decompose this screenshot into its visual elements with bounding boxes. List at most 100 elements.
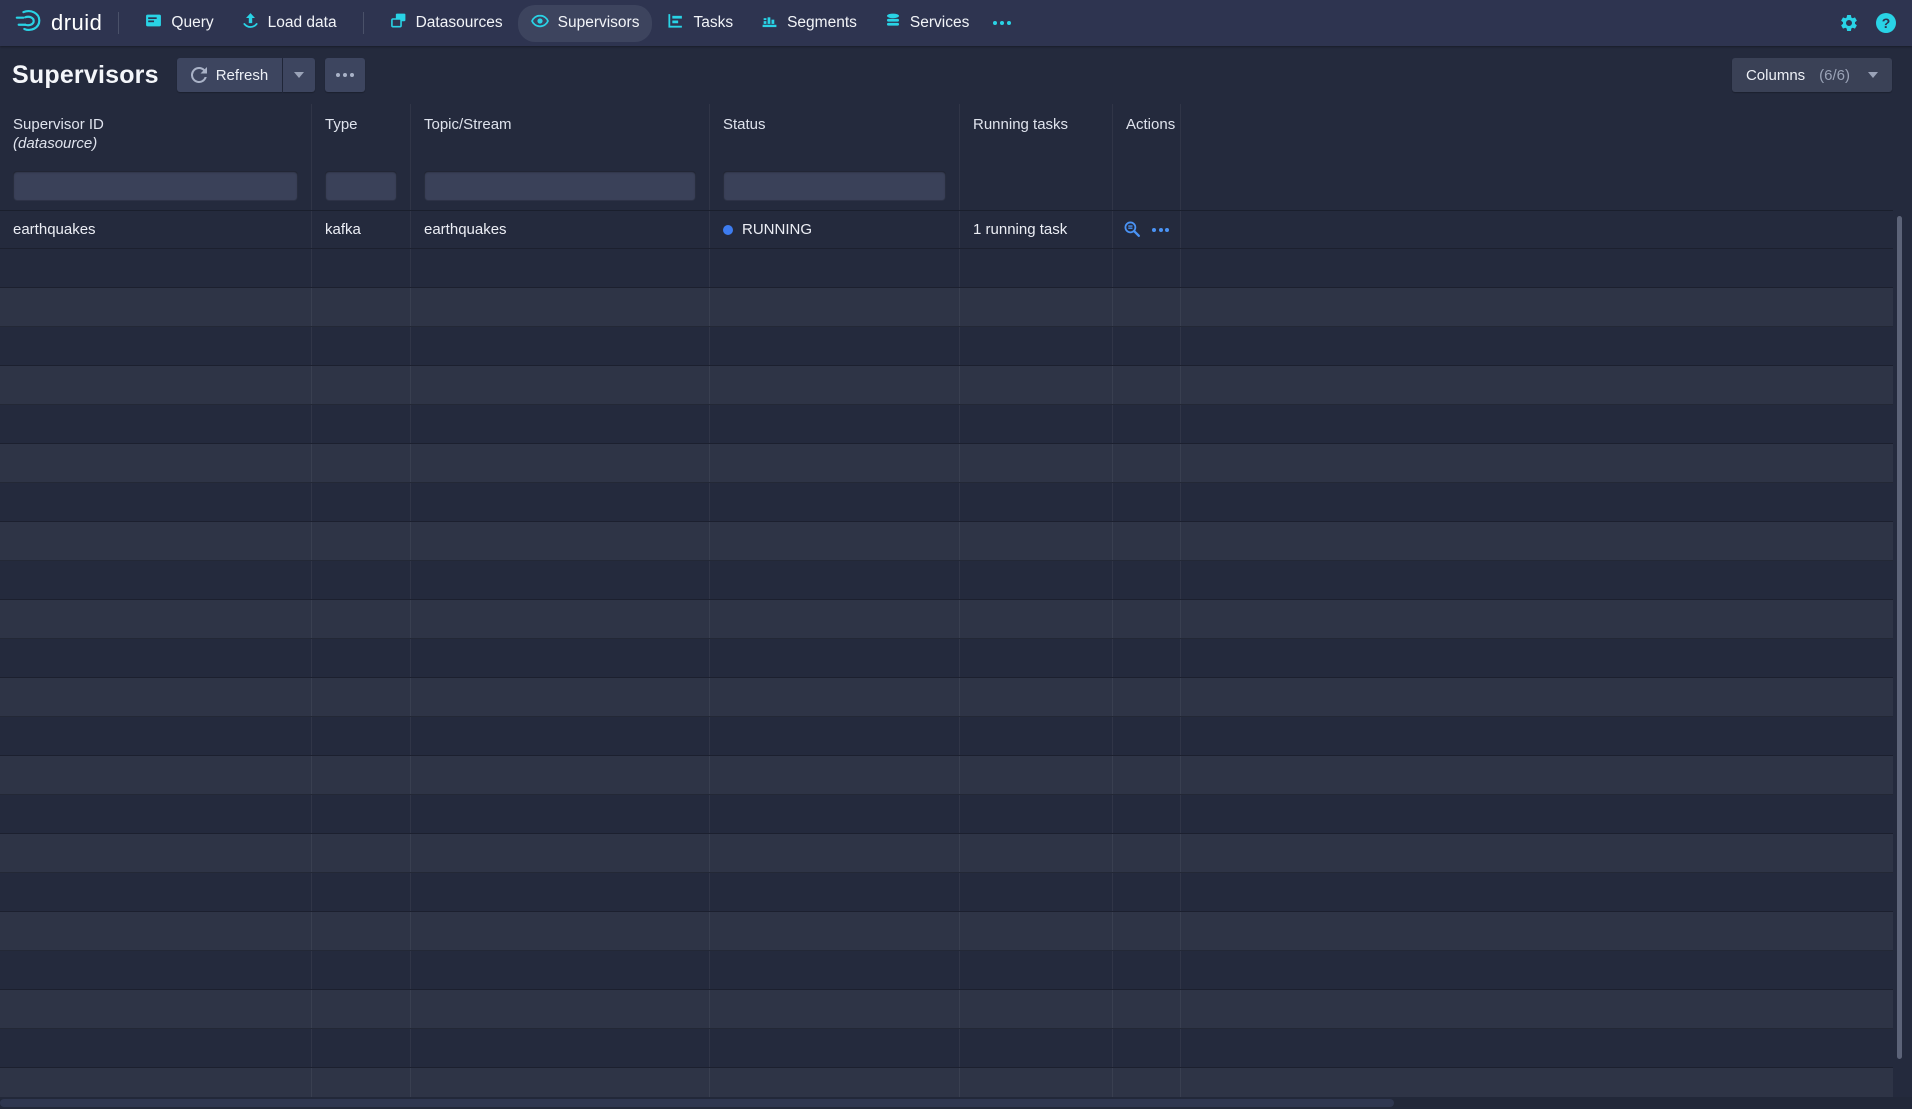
column-header-sublabel: (datasource) — [13, 134, 298, 153]
topic-stream-filter-input[interactable] — [424, 171, 696, 201]
type-filter-input[interactable] — [325, 171, 397, 201]
nav-item-label: Services — [910, 14, 969, 32]
empty-cell — [411, 444, 710, 482]
status-cell[interactable]: RUNNING — [710, 211, 960, 248]
horizontal-scrollbar-track[interactable] — [0, 1097, 1912, 1109]
empty-cell — [0, 444, 312, 482]
empty-cell — [960, 639, 1113, 677]
horizontal-scrollbar-thumb[interactable] — [0, 1099, 1394, 1107]
chevron-down-icon — [1868, 72, 1878, 78]
empty-cell — [0, 834, 312, 872]
empty-cell — [1181, 405, 1893, 443]
empty-cell — [312, 873, 411, 911]
empty-cell — [710, 483, 960, 521]
empty-cell — [710, 834, 960, 872]
empty-cell — [1113, 327, 1181, 365]
column-header-running-tasks[interactable]: Running tasks — [960, 104, 1113, 162]
empty-cell — [411, 522, 710, 560]
empty-cell — [1113, 366, 1181, 404]
empty-cell — [960, 561, 1113, 599]
empty-row — [0, 717, 1893, 756]
filter-cell-filler — [1181, 162, 1912, 210]
status-filter-input[interactable] — [723, 171, 946, 201]
columns-button[interactable]: Columns (6/6) — [1732, 58, 1892, 92]
empty-cell — [960, 990, 1113, 1028]
empty-cell — [1113, 639, 1181, 677]
empty-cell — [1113, 951, 1181, 989]
empty-cell — [411, 951, 710, 989]
supervisor-id-filter-input[interactable] — [13, 171, 298, 201]
filter-cell — [312, 162, 411, 210]
nav-item-load-data[interactable]: Load data — [229, 5, 350, 41]
running-tasks-cell[interactable]: 1 running task — [960, 211, 1113, 248]
vertical-scrollbar-thumb[interactable] — [1897, 216, 1902, 1059]
empty-cell — [0, 912, 312, 950]
datasources-icon — [390, 12, 407, 34]
nav-item-services[interactable]: Services — [872, 5, 982, 41]
empty-cell — [710, 327, 960, 365]
help-icon[interactable]: ? — [1876, 13, 1896, 33]
empty-row — [0, 444, 1893, 483]
refresh-icon — [191, 67, 207, 83]
supervisor-row-earthquakes[interactable]: earthquakes kafka earthquakes RUNNING 1 … — [0, 210, 1893, 249]
empty-cell — [312, 678, 411, 716]
database-icon — [885, 12, 901, 34]
nav-item-label: Segments — [787, 14, 857, 32]
druid-logo[interactable]: druid — [14, 8, 102, 39]
filter-cell-empty — [960, 162, 1113, 210]
column-header-label: Actions — [1126, 116, 1175, 133]
nav-item-tasks[interactable]: Tasks — [654, 5, 746, 41]
column-header-supervisor-id[interactable]: Supervisor ID (datasource) — [0, 104, 312, 162]
empty-row — [0, 405, 1893, 444]
empty-cell — [411, 600, 710, 638]
actions-cell — [1113, 211, 1181, 248]
table-header-row: Supervisor ID (datasource) Type Topic/St… — [0, 104, 1912, 162]
settings-gear-icon[interactable] — [1839, 13, 1859, 33]
empty-cell — [710, 444, 960, 482]
row-more-actions-icon[interactable] — [1152, 228, 1169, 232]
column-header-topic-stream[interactable]: Topic/Stream — [411, 104, 710, 162]
empty-cell — [0, 249, 312, 287]
empty-cell — [1181, 249, 1893, 287]
refresh-button[interactable]: Refresh — [177, 58, 283, 92]
empty-cell — [960, 834, 1113, 872]
nav-item-supervisors[interactable]: Supervisors — [518, 5, 653, 42]
table-body: earthquakes kafka earthquakes RUNNING 1 … — [0, 210, 1893, 1107]
column-header-label: Status — [723, 116, 766, 133]
nav-item-datasources[interactable]: Datasources — [377, 5, 516, 41]
column-header-status[interactable]: Status — [710, 104, 960, 162]
empty-cell — [710, 249, 960, 287]
empty-cell — [0, 600, 312, 638]
type-cell[interactable]: kafka — [312, 211, 411, 248]
empty-cell — [0, 990, 312, 1028]
empty-row — [0, 912, 1893, 951]
empty-cell — [312, 444, 411, 482]
column-header-type[interactable]: Type — [312, 104, 411, 162]
empty-cell — [1181, 1029, 1893, 1067]
empty-row — [0, 990, 1893, 1029]
empty-cell — [960, 288, 1113, 326]
nav-item-query[interactable]: Query — [132, 5, 226, 41]
empty-cell — [1113, 873, 1181, 911]
empty-cell — [312, 600, 411, 638]
topic-stream-cell[interactable]: earthquakes — [411, 211, 710, 248]
empty-cell — [1113, 1029, 1181, 1067]
empty-cell — [411, 288, 710, 326]
column-header-actions[interactable]: Actions — [1113, 104, 1181, 162]
empty-cell — [312, 561, 411, 599]
nav-more-button[interactable] — [983, 14, 1021, 32]
empty-row — [0, 795, 1893, 834]
more-actions-button[interactable] — [325, 58, 365, 92]
empty-cell — [1181, 834, 1893, 872]
nav-item-segments[interactable]: Segments — [748, 5, 870, 41]
empty-cell — [710, 522, 960, 560]
empty-cell — [1113, 912, 1181, 950]
top-navigation-bar: druid Query Load data Da — [0, 0, 1912, 46]
supervisor-id-cell[interactable]: earthquakes — [0, 211, 312, 248]
refresh-interval-dropdown-button[interactable] — [283, 58, 315, 92]
view-details-magnifier-icon[interactable] — [1123, 220, 1142, 239]
empty-cell — [1113, 561, 1181, 599]
empty-cell — [1181, 483, 1893, 521]
refresh-button-label: Refresh — [216, 67, 269, 84]
empty-row — [0, 600, 1893, 639]
